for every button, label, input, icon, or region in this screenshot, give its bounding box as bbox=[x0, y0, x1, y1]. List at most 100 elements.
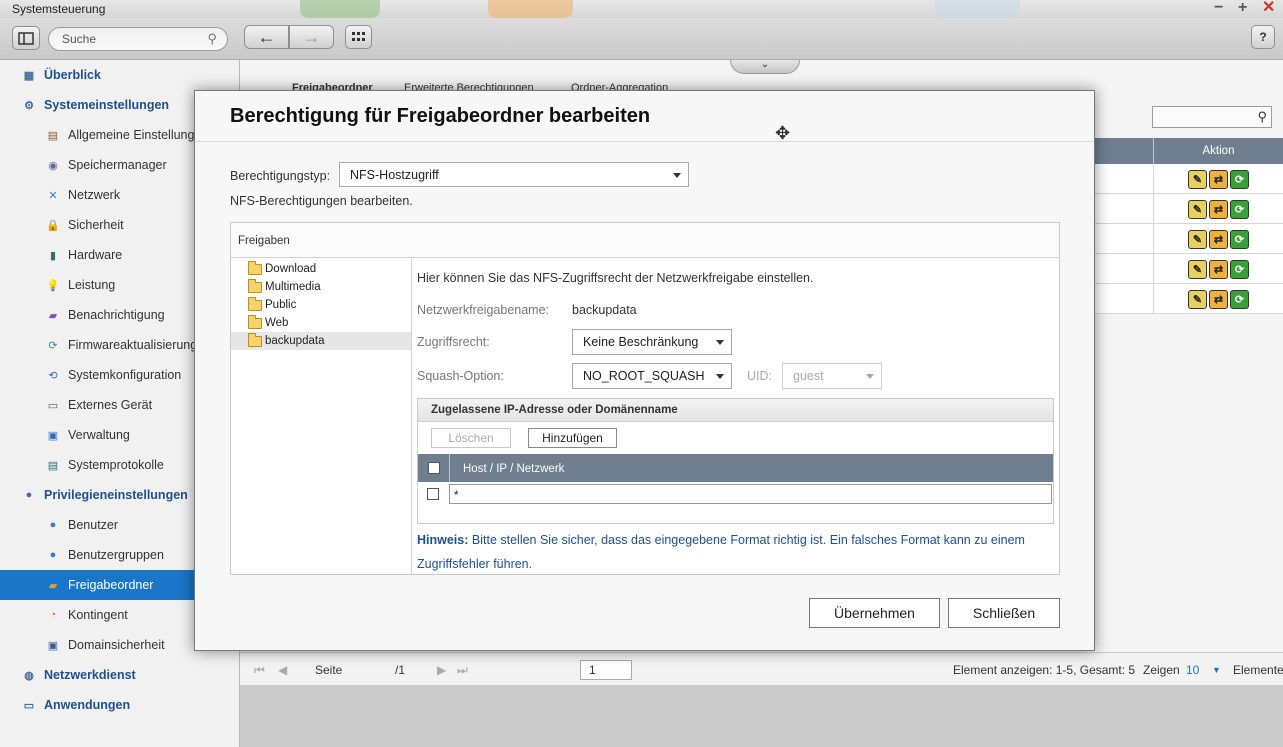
help-button[interactable]: ? bbox=[1251, 25, 1275, 49]
action-cell: ✎ ⇄ ⟳ bbox=[1153, 164, 1283, 194]
sidebar-item-label: Verwaltung bbox=[68, 428, 130, 442]
grid-icon bbox=[351, 32, 365, 41]
permission-type-value: NFS-Hostzugriff bbox=[350, 168, 439, 182]
folder-search-input[interactable]: ⚲ bbox=[1152, 106, 1272, 128]
edit-icon[interactable]: ✎ bbox=[1188, 199, 1207, 219]
sidebar-item-netzwerkdienst[interactable]: ◍ Netzwerkdienst bbox=[0, 660, 239, 690]
table-header: Aktion bbox=[1094, 138, 1283, 164]
next-page-icon[interactable]: ▶ bbox=[437, 663, 446, 677]
access-select[interactable]: Keine Beschränkung bbox=[572, 329, 732, 355]
tree-item-download[interactable]: Download bbox=[231, 260, 411, 278]
sidebar-item-label: Systemkonfiguration bbox=[68, 368, 182, 382]
permission-type-select[interactable]: NFS-Hostzugriff bbox=[339, 162, 689, 187]
action-cell: ✎ ⇄ ⟳ bbox=[1153, 224, 1283, 254]
sidebar-item-label: Systemeinstellungen bbox=[44, 98, 170, 112]
tree-item-backupdata[interactable]: backupdata bbox=[231, 332, 411, 350]
permission-icon[interactable]: ⇄ bbox=[1209, 199, 1228, 219]
page-size-caret-icon[interactable]: ▼ bbox=[1212, 665, 1221, 675]
table-row[interactable]: ✎ ⇄ ⟳ bbox=[1094, 284, 1283, 314]
lock-icon: 🔒 bbox=[46, 219, 60, 232]
column-header-action: Aktion bbox=[1153, 138, 1283, 164]
search-input[interactable]: Suche ⚲ bbox=[48, 27, 228, 51]
description: Hier können Sie das NFS-Zugriffsrecht de… bbox=[417, 271, 814, 285]
sidebar-item-überblick[interactable]: ▦ Überblick bbox=[0, 60, 239, 90]
items-label: Elemente bbox=[1233, 663, 1283, 677]
collapse-header-button[interactable]: ⌄ bbox=[730, 60, 800, 74]
folder-icon bbox=[248, 297, 262, 311]
applications-icon: ▭ bbox=[23, 699, 35, 712]
background-app-thumbnail bbox=[300, 0, 380, 18]
chevron-down-icon bbox=[716, 340, 724, 345]
sidebar-item-label: Benutzergruppen bbox=[68, 548, 164, 562]
folder-tree: Download Multimedia Public Web backupdata bbox=[231, 259, 412, 574]
uid-select[interactable]: guest bbox=[782, 363, 882, 389]
firmware-icon: ⟳ bbox=[48, 339, 58, 352]
first-page-icon[interactable]: ⏮ bbox=[254, 663, 265, 678]
sidebar-item-anwendungen[interactable]: ▭ Anwendungen bbox=[0, 690, 239, 720]
table-row[interactable]: ✎ ⇄ ⟳ bbox=[1094, 254, 1283, 284]
refresh-icon[interactable]: ⟳ bbox=[1230, 199, 1249, 219]
table-row[interactable]: ✎ ⇄ ⟳ bbox=[1094, 164, 1283, 194]
minimize-icon[interactable]: − bbox=[1214, 0, 1223, 16]
search-icon[interactable]: ⚲ bbox=[207, 28, 217, 50]
edit-icon[interactable]: ✎ bbox=[1188, 169, 1207, 189]
squash-label: Squash-Option: bbox=[417, 369, 504, 383]
permission-icon[interactable]: ⇄ bbox=[1209, 289, 1228, 309]
host-input[interactable]: * bbox=[449, 484, 1052, 504]
squash-select[interactable]: NO_ROOT_SQUASH bbox=[572, 363, 732, 389]
allowed-ip-panel: Zugelassene IP-Adresse oder Domänenname … bbox=[417, 398, 1054, 524]
page-number-input[interactable]: 1 bbox=[580, 660, 632, 680]
folder-icon bbox=[248, 261, 262, 275]
tree-item-public[interactable]: Public bbox=[231, 296, 411, 314]
add-button[interactable]: Hinzufügen bbox=[528, 428, 617, 448]
edit-icon[interactable]: ✎ bbox=[1188, 259, 1207, 279]
edit-icon[interactable]: ✎ bbox=[1188, 289, 1207, 309]
hint-prefix: Hinweis: bbox=[417, 533, 469, 547]
maximize-icon[interactable]: + bbox=[1238, 0, 1247, 16]
lightbulb-icon: 💡 bbox=[46, 279, 60, 292]
hint-text: Hinweis: Bitte stellen Sie sicher, dass … bbox=[417, 528, 1037, 576]
apply-button[interactable]: Übernehmen bbox=[809, 598, 940, 628]
permission-icon[interactable]: ⇄ bbox=[1209, 259, 1228, 279]
select-all-checkbox[interactable] bbox=[428, 462, 440, 474]
tree-item-label: backupdata bbox=[265, 335, 325, 347]
sidebar-item-label: Freigabeordner bbox=[68, 578, 154, 592]
table-row[interactable]: ✎ ⇄ ⟳ bbox=[1094, 194, 1283, 224]
sidebar-toggle-icon bbox=[18, 31, 34, 45]
refresh-icon[interactable]: ⟳ bbox=[1230, 259, 1249, 279]
sidebar-item-label: Sicherheit bbox=[68, 218, 124, 232]
permission-icon[interactable]: ⇄ bbox=[1209, 229, 1228, 249]
close-button[interactable]: Schließen bbox=[948, 598, 1060, 628]
permission-icon[interactable]: ⇄ bbox=[1209, 169, 1228, 189]
ip-grid-header: Host / IP / Netzwerk bbox=[418, 454, 1053, 482]
page-size-select[interactable]: 10 bbox=[1186, 663, 1199, 677]
close-icon[interactable]: ✕ bbox=[1262, 0, 1275, 16]
edit-icon[interactable]: ✎ bbox=[1188, 229, 1207, 249]
refresh-icon[interactable]: ⟳ bbox=[1230, 229, 1249, 249]
tree-item-multimedia[interactable]: Multimedia bbox=[231, 278, 411, 296]
chevron-down-icon bbox=[866, 374, 874, 379]
prev-page-icon[interactable]: ◀ bbox=[278, 663, 287, 677]
forward-button[interactable]: → bbox=[289, 25, 334, 49]
refresh-icon[interactable]: ⟳ bbox=[1230, 289, 1249, 309]
sidebar-toggle-button[interactable] bbox=[12, 26, 40, 50]
folder-icon bbox=[248, 333, 262, 347]
domain-security-icon: ▣ bbox=[47, 639, 59, 652]
back-arrow-icon: ← bbox=[257, 26, 276, 47]
delete-button[interactable]: Löschen bbox=[431, 428, 511, 448]
refresh-icon[interactable]: ⟳ bbox=[1230, 169, 1249, 189]
table-row[interactable]: ✎ ⇄ ⟳ bbox=[1094, 224, 1283, 254]
row-checkbox[interactable] bbox=[427, 488, 439, 500]
search-icon[interactable]: ⚲ bbox=[1257, 109, 1267, 125]
uid-value: guest bbox=[793, 369, 824, 383]
access-value: Keine Beschränkung bbox=[583, 335, 699, 349]
apps-grid-button[interactable] bbox=[345, 25, 372, 49]
chevron-down-icon bbox=[673, 173, 681, 178]
dialog-title: Berechtigung für Freigabeordner bearbeit… bbox=[230, 105, 651, 127]
tree-item-web[interactable]: Web bbox=[231, 314, 411, 332]
back-button[interactable]: ← bbox=[244, 25, 289, 49]
background-app-thumbnail bbox=[488, 0, 573, 18]
move-cursor-icon[interactable]: ✥ bbox=[775, 124, 790, 142]
edit-permission-dialog: Berechtigung für Freigabeordner bearbeit… bbox=[194, 90, 1095, 651]
last-page-icon[interactable]: ⏭ bbox=[457, 663, 468, 678]
